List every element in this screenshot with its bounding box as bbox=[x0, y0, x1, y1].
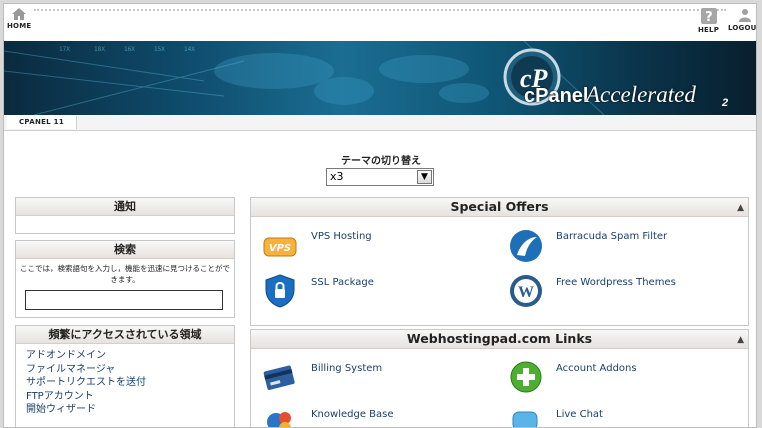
brand-cpanel: cPanel bbox=[524, 85, 589, 107]
offer-barracuda-spam-filter[interactable]: Barracuda Spam Filter bbox=[556, 231, 667, 242]
wordpress-icon: W bbox=[510, 275, 542, 307]
collapse-icon[interactable]: ▲ bbox=[737, 331, 744, 349]
breadcrumb-bar: CPANEL 11 bbox=[4, 116, 756, 131]
offer-free-wordpress-themes[interactable]: Free Wordpress Themes bbox=[556, 277, 676, 288]
svg-text:16X: 16X bbox=[124, 46, 135, 53]
home-button[interactable]: HOME bbox=[7, 8, 31, 30]
help-label: HELP bbox=[698, 26, 720, 34]
webhostingpad-links-panel: Webhostingpad.com Links ▲ Billing System… bbox=[250, 329, 749, 427]
ssl-shield-icon bbox=[265, 274, 295, 308]
notice-box: 通知 bbox=[15, 197, 235, 234]
chevron-down-icon[interactable]: ▼ bbox=[417, 170, 432, 184]
breadcrumb[interactable]: CPANEL 11 bbox=[7, 116, 78, 129]
barracuda-icon bbox=[510, 230, 542, 262]
user-icon bbox=[738, 9, 751, 22]
home-label: HOME bbox=[7, 22, 32, 30]
theme-label: テーマの切り替え bbox=[341, 156, 421, 167]
svg-text:18X: 18X bbox=[94, 46, 105, 53]
offer-vps-hosting[interactable]: VPS Hosting bbox=[311, 231, 372, 242]
brand-accelerated: Accelerated bbox=[586, 82, 696, 107]
theme-select[interactable]: x3 ▼ bbox=[326, 168, 434, 186]
frequent-link-getting-started[interactable]: 開始ウィザード bbox=[26, 403, 234, 417]
search-box: 検索 ここでは，検索語句を入力し，機能を迅速に見つけることができます。 bbox=[15, 240, 235, 318]
theme-switcher: テーマの切り替え x3 ▼ bbox=[326, 152, 436, 186]
home-icon bbox=[12, 8, 27, 20]
collapse-icon[interactable]: ▲ bbox=[737, 199, 744, 217]
vps-icon: VPS bbox=[263, 237, 297, 257]
link-knowledge-base[interactable]: Knowledge Base bbox=[311, 409, 394, 420]
search-description: ここでは，検索語句を入力し，機能を迅速に見つけることができます。 bbox=[20, 264, 230, 284]
svg-text:17X: 17X bbox=[59, 46, 70, 53]
search-title: 検索 bbox=[16, 241, 234, 259]
svg-text:15X: 15X bbox=[154, 46, 165, 53]
billing-card-icon bbox=[263, 365, 295, 390]
svg-text:14X: 14X bbox=[184, 46, 195, 53]
svg-text:W: W bbox=[518, 284, 534, 301]
offer-ssl-package[interactable]: SSL Package bbox=[311, 277, 374, 288]
link-billing-system[interactable]: Billing System bbox=[311, 363, 382, 374]
links-title: Webhostingpad.com Links bbox=[406, 331, 593, 346]
frequent-link-ftp-accounts[interactable]: FTPアカウント bbox=[26, 390, 234, 404]
search-input[interactable] bbox=[25, 290, 223, 310]
special-offers-header: Special Offers ▲ bbox=[251, 198, 748, 217]
page-frame: HOME ? HELP LOGOUT bbox=[3, 3, 757, 428]
frequent-areas-box: 頻繁にアクセスされている領域 アドオンドメイン ファイルマネージャ サポートリク… bbox=[15, 325, 235, 427]
brand-version: 2 bbox=[722, 97, 729, 109]
links-header: Webhostingpad.com Links ▲ bbox=[251, 330, 748, 349]
frequent-areas-list: アドオンドメイン ファイルマネージャ サポートリクエストを送付 FTPアカウント… bbox=[16, 344, 234, 417]
logout-label: LOGOUT bbox=[728, 24, 757, 32]
help-button[interactable]: ? HELP bbox=[698, 8, 719, 34]
cpanel-banner: 17X 18X 16X 15X 14X cP cPanel Accelerated 2 bbox=[4, 41, 756, 115]
live-chat-icon bbox=[512, 411, 538, 427]
special-offers-title: Special Offers bbox=[450, 199, 549, 214]
top-dotted-rule bbox=[34, 9, 726, 11]
help-icon: ? bbox=[700, 8, 717, 24]
frequent-link-submit-ticket[interactable]: サポートリクエストを送付 bbox=[26, 376, 234, 390]
top-bar: HOME ? HELP LOGOUT bbox=[4, 4, 756, 40]
special-offers-panel: Special Offers ▲ VPS VPS Hosting Barracu… bbox=[250, 197, 749, 326]
frequent-link-addon-domains[interactable]: アドオンドメイン bbox=[26, 349, 234, 363]
notice-title: 通知 bbox=[16, 198, 234, 216]
svg-text:?: ? bbox=[705, 10, 713, 24]
logout-button[interactable]: LOGOUT bbox=[728, 8, 757, 32]
theme-selected-value: x3 bbox=[330, 170, 344, 183]
add-plus-icon bbox=[510, 361, 542, 393]
frequent-areas-title: 頻繁にアクセスされている領域 bbox=[16, 326, 234, 344]
link-account-addons[interactable]: Account Addons bbox=[556, 363, 637, 374]
svg-text:VPS: VPS bbox=[269, 243, 291, 254]
frequent-link-file-manager[interactable]: ファイルマネージャ bbox=[26, 363, 234, 377]
knowledge-base-icon bbox=[267, 412, 291, 427]
link-live-chat[interactable]: Live Chat bbox=[556, 409, 603, 420]
